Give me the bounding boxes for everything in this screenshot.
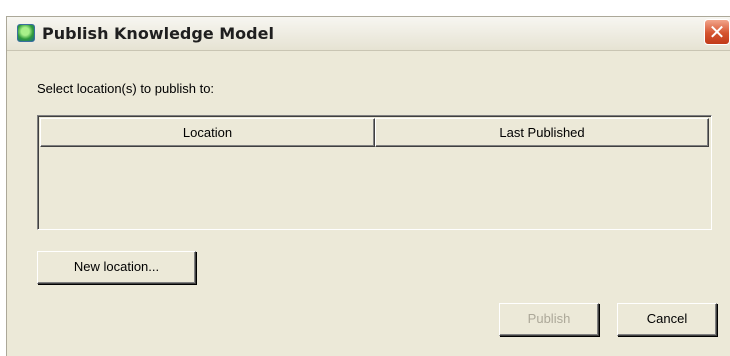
- location-prompt-label: Select location(s) to publish to:: [37, 81, 215, 96]
- app-globe-icon: [17, 24, 35, 42]
- publish-dialog: Publish Knowledge Model ✕ Select locatio…: [6, 16, 730, 356]
- column-header-location[interactable]: Location: [40, 118, 375, 147]
- publish-button: Publish: [499, 303, 599, 336]
- locations-table[interactable]: Location Last Published: [37, 115, 712, 230]
- title-bar[interactable]: Publish Knowledge Model ✕: [7, 17, 730, 51]
- table-header: Location Last Published: [40, 118, 709, 147]
- close-button[interactable]: ✕: [704, 19, 730, 45]
- close-icon: ✕: [708, 20, 726, 44]
- window-title: Publish Knowledge Model: [42, 24, 274, 43]
- column-header-last-published[interactable]: Last Published: [375, 118, 709, 147]
- new-location-button[interactable]: New location...: [37, 251, 196, 284]
- cancel-button[interactable]: Cancel: [617, 303, 717, 336]
